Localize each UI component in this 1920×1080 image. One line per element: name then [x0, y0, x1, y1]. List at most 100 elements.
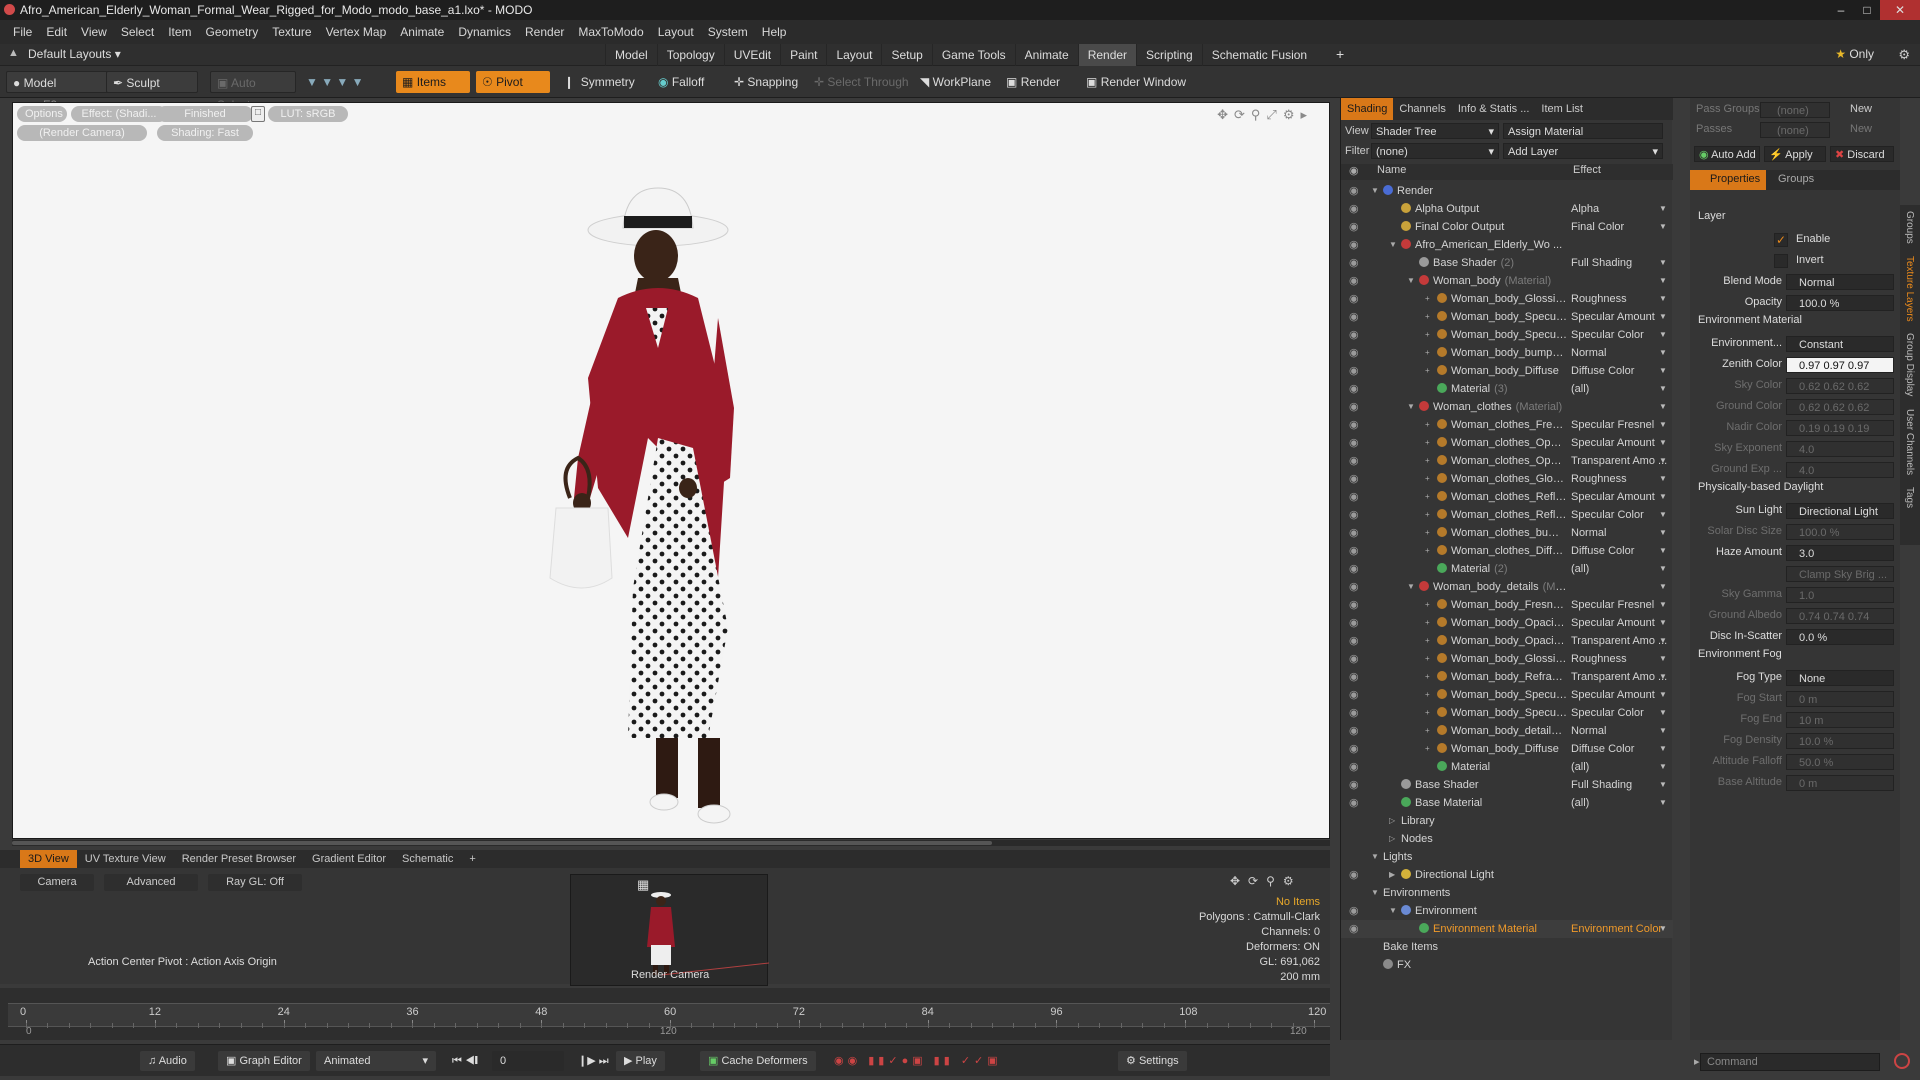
tree-row-woman-body-specula[interactable]: ◉ + Woman_body_Specula... Specular Amount ▼	[1341, 308, 1673, 326]
maximize-button[interactable]: □	[1854, 0, 1880, 20]
render-window-button[interactable]: ▣ Render Window	[1080, 71, 1192, 93]
tree-item-effect[interactable]: Specular Color	[1571, 704, 1667, 722]
effect-dropdown-icon[interactable]: ▼	[1659, 668, 1667, 686]
eye-icon[interactable]: ◉	[1349, 182, 1363, 200]
menu-vertex-map[interactable]: Vertex Map	[319, 25, 394, 39]
assign-material-button[interactable]: Assign Material	[1503, 123, 1663, 139]
effect-dropdown-icon[interactable]: ▼	[1659, 290, 1667, 308]
eye-icon[interactable]: ◉	[1349, 344, 1363, 362]
add-tab-button[interactable]: +	[461, 850, 483, 868]
viewport-lut-button[interactable]: LUT: sRGB	[268, 106, 348, 122]
snapping-button[interactable]: ✛ Snapping	[728, 71, 804, 93]
new-pass-button[interactable]: New	[1850, 123, 1872, 135]
tree-item-effect[interactable]: Full Shading	[1571, 776, 1667, 794]
tree-row-woman-body-specula[interactable]: ◉ + Woman_body_Specula... Specular Color ▼	[1341, 326, 1673, 344]
tree-item-effect[interactable]: Transparent Amo ...	[1571, 452, 1667, 470]
tree-row-final-color-output[interactable]: ◉ Final Color Output Final Color ▼	[1341, 218, 1673, 236]
workplane-button[interactable]: ◥ WorkPlane	[914, 71, 997, 93]
eye-icon[interactable]: ◉	[1349, 272, 1363, 290]
menu-render[interactable]: Render	[518, 25, 571, 39]
tree-item-effect[interactable]: (all)	[1571, 758, 1667, 776]
effect-dropdown-icon[interactable]: ▼	[1659, 542, 1667, 560]
eye-icon[interactable]: ◉	[1349, 722, 1363, 740]
viewport-nav-icons[interactable]: ✥⟳⚲⤢⚙▸	[1217, 107, 1313, 123]
key-buttons[interactable]: ◉◉ ▮▮✓●▣ ▮▮ ✓✓▣	[826, 1051, 1010, 1071]
effect-dropdown-icon[interactable]: ▼	[1659, 722, 1667, 740]
tree-row-woman-body-specula[interactable]: ◉ + Woman_body_Specula... Specular Amount ▼	[1341, 686, 1673, 704]
expand-icon[interactable]: +	[1425, 362, 1430, 380]
tree-row-nodes[interactable]: ▷ Nodes	[1341, 830, 1673, 848]
tree-item-effect[interactable]: Diffuse Color	[1571, 740, 1667, 758]
effect-dropdown-icon[interactable]: ▼	[1659, 776, 1667, 794]
tree-row-lights[interactable]: ▼ Lights	[1341, 848, 1673, 866]
prop-value[interactable]: Constant	[1786, 336, 1894, 352]
expand-icon[interactable]: ▷	[1389, 830, 1395, 848]
sculpt-button[interactable]: ✒ Sculpt	[106, 71, 198, 93]
expand-icon[interactable]: +	[1425, 308, 1430, 326]
tab-scripting[interactable]: Scripting	[1136, 44, 1202, 66]
tree-item-effect[interactable]: Specular Color	[1571, 326, 1667, 344]
preview-nav-icons[interactable]: ✥⟳⚲⚙	[1230, 874, 1302, 888]
expand-icon[interactable]: +	[1425, 722, 1430, 740]
add-layout-tab-button[interactable]: +	[1336, 46, 1344, 62]
new-pass-group-button[interactable]: New	[1850, 103, 1872, 115]
passes-dropdown[interactable]: (none)	[1760, 122, 1830, 138]
menu-geometry[interactable]: Geometry	[199, 25, 266, 39]
eye-icon[interactable]: ◉	[1349, 920, 1363, 938]
eye-icon[interactable]: ◉	[1349, 488, 1363, 506]
symmetry-button[interactable]: ❙ Symmetry	[558, 71, 641, 93]
effect-dropdown-icon[interactable]: ▼	[1659, 362, 1667, 380]
camera-preview[interactable]: ▦ Render Camera	[570, 874, 769, 986]
tree-row-library[interactable]: ▷ Library	[1341, 812, 1673, 830]
tree-row-woman-body-details[interactable]: ◉ + Woman_body_details_ ... Normal ▼	[1341, 722, 1673, 740]
menu-system[interactable]: System	[701, 25, 755, 39]
eye-icon[interactable]: ◉	[1349, 902, 1363, 920]
tree-row-environments[interactable]: ▼ Environments	[1341, 884, 1673, 902]
prop-value[interactable]: 100.0 %	[1786, 524, 1894, 540]
transport-forward-buttons[interactable]: ❙▶ ⏭	[570, 1051, 617, 1071]
side-tab-user-channels[interactable]: User Channels	[1900, 403, 1915, 481]
tree-item-effect[interactable]: Alpha	[1571, 200, 1667, 218]
tab-model[interactable]: Model	[605, 44, 657, 66]
eye-icon[interactable]: ◉	[1349, 506, 1363, 524]
expand-icon[interactable]: +	[1425, 542, 1430, 560]
expand-icon[interactable]: +	[1425, 344, 1430, 362]
eye-icon[interactable]: ◉	[1349, 236, 1363, 254]
effect-dropdown-icon[interactable]: ▼	[1659, 470, 1667, 488]
eye-icon[interactable]: ◉	[1349, 560, 1363, 578]
viewport-scrollbar[interactable]	[12, 840, 1330, 846]
prop-value[interactable]: 0 m	[1786, 691, 1894, 707]
tree-row-woman-body-diffuse[interactable]: ◉ + Woman_body_Diffuse Diffuse Color ▼	[1341, 362, 1673, 380]
expand-icon[interactable]: ▼	[1407, 272, 1415, 290]
prop-value[interactable]: Clamp Sky Brig ...	[1786, 566, 1894, 582]
menu-file[interactable]: File	[6, 25, 39, 39]
filter-dropdown[interactable]: (none) ▾	[1371, 143, 1499, 159]
expand-icon[interactable]: +	[1425, 650, 1430, 668]
prop-value[interactable]: 10.0 %	[1786, 733, 1894, 749]
expand-icon[interactable]: +	[1425, 434, 1430, 452]
tree-item-effect[interactable]: Diffuse Color	[1571, 362, 1667, 380]
expand-icon[interactable]: ▷	[1389, 812, 1395, 830]
expand-icon[interactable]: ▼	[1407, 398, 1415, 416]
eye-icon[interactable]: ◉	[1349, 416, 1363, 434]
eye-icon[interactable]: ◉	[1349, 218, 1363, 236]
close-button[interactable]: ✕	[1880, 0, 1920, 20]
audio-button[interactable]: ♫ Audio	[140, 1051, 195, 1071]
expand-icon[interactable]: ▼	[1389, 236, 1397, 254]
graph-editor-button[interactable]: ▣ Graph Editor	[218, 1051, 310, 1071]
menu-item[interactable]: Item	[161, 25, 198, 39]
effect-dropdown-icon[interactable]: ▼	[1659, 506, 1667, 524]
advanced-button[interactable]: Advanced	[104, 874, 198, 891]
effect-dropdown-icon[interactable]: ▼	[1659, 200, 1667, 218]
viewport-finished-button[interactable]: Finished	[157, 106, 253, 122]
expand-icon[interactable]: +	[1425, 290, 1430, 308]
eye-icon[interactable]: ◉	[1349, 542, 1363, 560]
effect-dropdown-icon[interactable]: ▼	[1659, 416, 1667, 434]
tree-item-effect[interactable]: Transparent Amo ...	[1571, 668, 1667, 686]
prop-value[interactable]: 4.0	[1786, 462, 1894, 478]
expand-icon[interactable]: +	[1425, 704, 1430, 722]
effect-dropdown-icon[interactable]: ▼	[1659, 614, 1667, 632]
tree-item-effect[interactable]: Normal	[1571, 722, 1667, 740]
tree-item-effect[interactable]: (all)	[1571, 794, 1667, 812]
tree-row-material[interactable]: ◉ Material (all) ▼	[1341, 758, 1673, 776]
